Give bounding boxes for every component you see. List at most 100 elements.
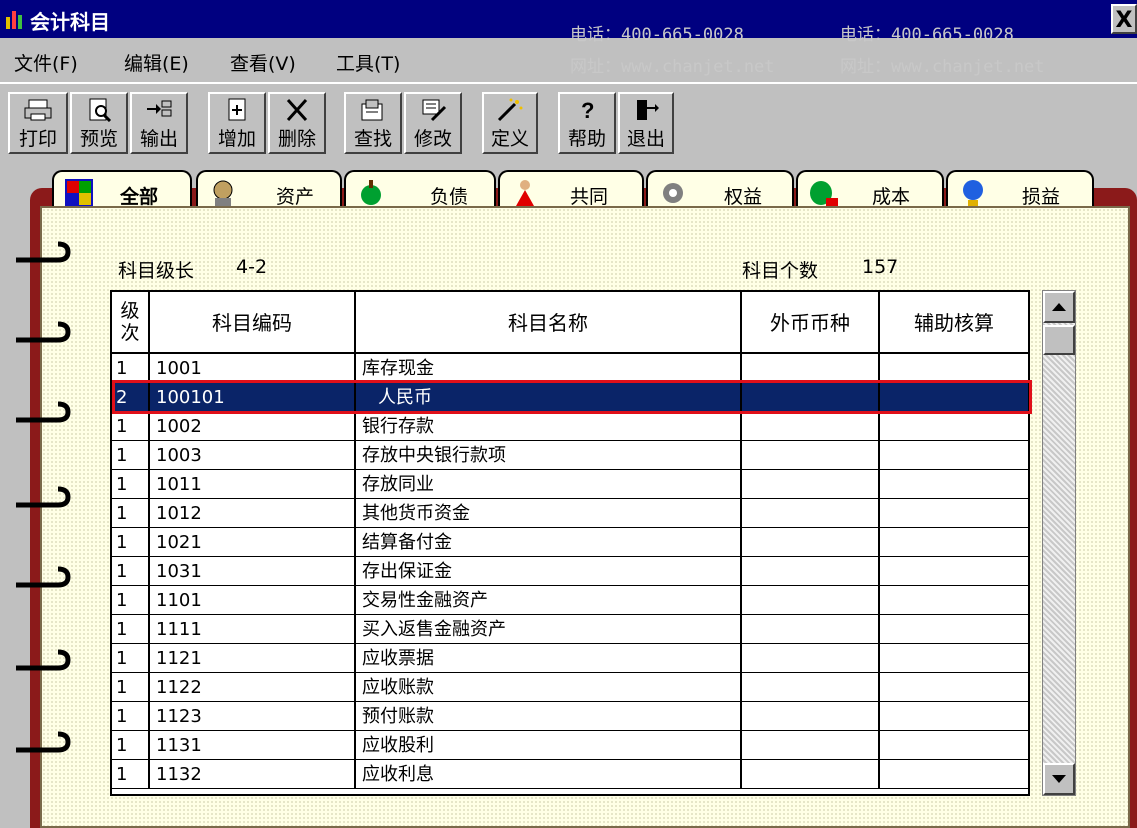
cell-currency[interactable] bbox=[742, 644, 880, 673]
cell-code[interactable]: 1031 bbox=[150, 557, 356, 586]
table-row[interactable]: 1 1131 应收股利 bbox=[112, 731, 1028, 760]
cell-currency[interactable] bbox=[742, 702, 880, 731]
cell-aux[interactable] bbox=[880, 470, 1028, 499]
cell-code[interactable]: 1002 bbox=[150, 412, 356, 441]
header-level[interactable]: 级次 bbox=[112, 292, 150, 354]
cell-level[interactable]: 1 bbox=[112, 470, 150, 499]
menu-edit[interactable]: 编辑(E) bbox=[124, 49, 189, 76]
cell-aux[interactable] bbox=[880, 731, 1028, 760]
cell-name[interactable]: 应收股利 bbox=[356, 731, 742, 760]
add-button[interactable]: 增加 bbox=[208, 92, 266, 154]
cell-level[interactable]: 1 bbox=[112, 557, 150, 586]
cell-aux[interactable] bbox=[880, 644, 1028, 673]
cell-name[interactable]: 其他货币资金 bbox=[356, 499, 742, 528]
cell-name[interactable]: 应收账款 bbox=[356, 673, 742, 702]
cell-name[interactable]: 结算备付金 bbox=[356, 528, 742, 557]
cell-aux[interactable] bbox=[880, 383, 1028, 412]
menu-file[interactable]: 文件(F) bbox=[14, 49, 78, 76]
cell-currency[interactable] bbox=[742, 615, 880, 644]
print-button[interactable]: 打印 bbox=[8, 92, 68, 154]
cell-code[interactable]: 1101 bbox=[150, 586, 356, 615]
vertical-scrollbar[interactable] bbox=[1042, 290, 1076, 796]
cell-level[interactable]: 1 bbox=[112, 586, 150, 615]
cell-name[interactable]: 存出保证金 bbox=[356, 557, 742, 586]
help-button[interactable]: ? 帮助 bbox=[558, 92, 616, 154]
cell-code[interactable]: 1121 bbox=[150, 644, 356, 673]
exit-button[interactable]: 退出 bbox=[618, 92, 674, 154]
cell-code[interactable]: 1012 bbox=[150, 499, 356, 528]
cell-level[interactable]: 1 bbox=[112, 673, 150, 702]
cell-level[interactable]: 1 bbox=[112, 644, 150, 673]
cell-currency[interactable] bbox=[742, 383, 880, 412]
cell-name[interactable]: 存放同业 bbox=[356, 470, 742, 499]
cell-aux[interactable] bbox=[880, 528, 1028, 557]
table-row[interactable]: 1 1012 其他货币资金 bbox=[112, 499, 1028, 528]
table-row[interactable]: 1 1122 应收账款 bbox=[112, 673, 1028, 702]
find-button[interactable]: 查找 bbox=[344, 92, 402, 154]
menu-tools[interactable]: 工具(T) bbox=[336, 49, 400, 76]
table-row[interactable]: 1 1031 存出保证金 bbox=[112, 557, 1028, 586]
cell-currency[interactable] bbox=[742, 354, 880, 383]
cell-currency[interactable] bbox=[742, 470, 880, 499]
cell-code[interactable]: 1111 bbox=[150, 615, 356, 644]
cell-name[interactable]: 买入返售金融资产 bbox=[356, 615, 742, 644]
cell-name[interactable]: 人民币 bbox=[356, 383, 742, 412]
cell-aux[interactable] bbox=[880, 412, 1028, 441]
cell-name[interactable]: 应收利息 bbox=[356, 760, 742, 789]
cell-aux[interactable] bbox=[880, 702, 1028, 731]
cell-currency[interactable] bbox=[742, 586, 880, 615]
table-row[interactable]: 1 1002 银行存款 bbox=[112, 412, 1028, 441]
cell-level[interactable]: 1 bbox=[112, 731, 150, 760]
scroll-down-button[interactable] bbox=[1043, 763, 1075, 795]
cell-currency[interactable] bbox=[742, 760, 880, 789]
cell-level[interactable]: 1 bbox=[112, 412, 150, 441]
cell-aux[interactable] bbox=[880, 441, 1028, 470]
cell-currency[interactable] bbox=[742, 731, 880, 760]
cell-aux[interactable] bbox=[880, 499, 1028, 528]
table-row[interactable]: 1 1011 存放同业 bbox=[112, 470, 1028, 499]
table-row[interactable]: 1 1003 存放中央银行款项 bbox=[112, 441, 1028, 470]
cell-name[interactable]: 库存现金 bbox=[356, 354, 742, 383]
cell-name[interactable]: 交易性金融资产 bbox=[356, 586, 742, 615]
close-button[interactable]: X bbox=[1111, 4, 1137, 34]
cell-name[interactable]: 银行存款 bbox=[356, 412, 742, 441]
cell-code[interactable]: 1011 bbox=[150, 470, 356, 499]
header-currency[interactable]: 外币币种 bbox=[742, 292, 880, 354]
cell-level[interactable]: 1 bbox=[112, 760, 150, 789]
cell-currency[interactable] bbox=[742, 673, 880, 702]
cell-aux[interactable] bbox=[880, 673, 1028, 702]
header-aux[interactable]: 辅助核算 bbox=[880, 292, 1028, 354]
define-button[interactable]: 定义 bbox=[482, 92, 538, 154]
cell-code[interactable]: 1131 bbox=[150, 731, 356, 760]
cell-aux[interactable] bbox=[880, 760, 1028, 789]
cell-level[interactable]: 2 bbox=[112, 383, 150, 412]
header-code[interactable]: 科目编码 bbox=[150, 292, 356, 354]
table-row[interactable]: 1 1021 结算备付金 bbox=[112, 528, 1028, 557]
table-row[interactable]: 1 1111 买入返售金融资产 bbox=[112, 615, 1028, 644]
scroll-thumb[interactable] bbox=[1043, 325, 1075, 355]
cell-code[interactable]: 1003 bbox=[150, 441, 356, 470]
cell-level[interactable]: 1 bbox=[112, 441, 150, 470]
cell-aux[interactable] bbox=[880, 615, 1028, 644]
cell-code[interactable]: 1132 bbox=[150, 760, 356, 789]
scroll-up-button[interactable] bbox=[1043, 291, 1075, 323]
delete-button[interactable]: 删除 bbox=[268, 92, 326, 154]
cell-name[interactable]: 预付账款 bbox=[356, 702, 742, 731]
table-row[interactable]: 1 1101 交易性金融资产 bbox=[112, 586, 1028, 615]
cell-level[interactable]: 1 bbox=[112, 615, 150, 644]
cell-aux[interactable] bbox=[880, 557, 1028, 586]
cell-aux[interactable] bbox=[880, 586, 1028, 615]
table-row[interactable]: 2 100101 人民币 bbox=[112, 383, 1028, 412]
cell-currency[interactable] bbox=[742, 412, 880, 441]
table-row[interactable]: 1 1132 应收利息 bbox=[112, 760, 1028, 789]
cell-level[interactable]: 1 bbox=[112, 499, 150, 528]
cell-name[interactable]: 应收票据 bbox=[356, 644, 742, 673]
header-name[interactable]: 科目名称 bbox=[356, 292, 742, 354]
cell-level[interactable]: 1 bbox=[112, 702, 150, 731]
cell-code[interactable]: 1123 bbox=[150, 702, 356, 731]
cell-name[interactable]: 存放中央银行款项 bbox=[356, 441, 742, 470]
table-row[interactable]: 1 1121 应收票据 bbox=[112, 644, 1028, 673]
cell-level[interactable]: 1 bbox=[112, 528, 150, 557]
cell-currency[interactable] bbox=[742, 499, 880, 528]
cell-code[interactable]: 1001 bbox=[150, 354, 356, 383]
